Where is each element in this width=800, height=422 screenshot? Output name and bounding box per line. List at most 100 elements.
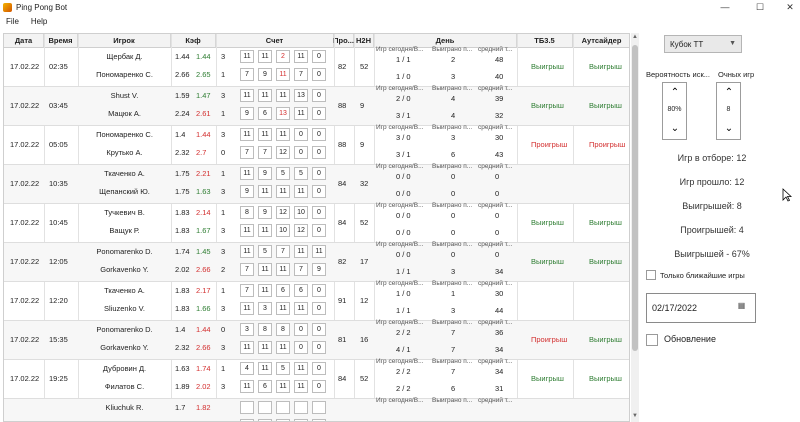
player-2-set-score: 0 xyxy=(312,341,326,354)
column-header-pro[interactable]: Про... xyxy=(333,34,354,48)
tournament-select[interactable]: Кубок ТТ ▼ xyxy=(664,35,742,53)
outsider-result: Выигрыш xyxy=(589,374,622,383)
table-row[interactable]: 17.02.22 02:35 Щербак Д. Пономаренко С. 1.44… xyxy=(4,46,629,87)
column-header-time[interactable]: Время xyxy=(44,34,78,48)
probability-spinner[interactable]: ⌃ 80% ⌄ xyxy=(662,82,687,140)
player-2-set-score: 0 xyxy=(312,107,326,120)
match-date: 17.02.22 xyxy=(10,296,40,305)
player-1-set-score: 5 xyxy=(294,167,308,180)
tb35-result: Проигрыш xyxy=(531,335,568,344)
player-1-set-score: 11 xyxy=(240,89,254,102)
player-1-set-score: 11 xyxy=(258,284,272,297)
near-games-checkbox[interactable] xyxy=(646,270,656,280)
player-1-coef-open: 1.44 xyxy=(175,52,190,61)
column-header-score[interactable]: Счет xyxy=(216,34,334,48)
player-1-sets: 1 xyxy=(221,364,226,373)
refresh-label: Обновление xyxy=(664,334,716,344)
outsider-result: Выигрыш xyxy=(589,101,622,110)
menu-file[interactable]: File xyxy=(0,17,25,26)
day-header-won: Выиграно п... xyxy=(432,397,473,404)
points-spinner[interactable]: ⌃ 8 ⌄ xyxy=(716,82,741,140)
maximize-button[interactable]: ☐ xyxy=(745,0,775,14)
match-time: 02:35 xyxy=(49,62,68,71)
scrollbar-thumb[interactable] xyxy=(632,45,638,351)
chevron-down-icon[interactable]: ⌄ xyxy=(669,124,681,134)
match-date: 17.02.22 xyxy=(10,257,40,266)
player-1-set-score xyxy=(276,401,290,414)
table-row[interactable]: 17.02.22 10:45 Тучкевич В. Ващук Р. 1.83 2.14… xyxy=(4,202,629,243)
chevron-up-icon[interactable]: ⌃ xyxy=(723,88,735,98)
player-1-name: Пономаренко С. xyxy=(96,130,153,139)
player-1-name: Shust V. xyxy=(110,91,139,100)
player-2-set-score: 11 xyxy=(276,380,290,393)
h2h-value: 9 xyxy=(360,140,365,149)
day-header-games: Игр сегодня/В... xyxy=(376,163,424,170)
day-header-won: Выиграно п... xyxy=(432,319,473,326)
column-header-outsider[interactable]: Аутсайдер xyxy=(573,34,629,48)
matches-table[interactable]: Дата Время Игрок Кэф Счет Про... Н2Н День ТБ3.5 А… xyxy=(3,33,630,422)
day-avg-p1: 0 xyxy=(495,172,500,181)
player-1-set-score: 0 xyxy=(312,206,326,219)
table-row[interactable]: 17.02.22 10:35 Ткаченко А. Щепанский Ю. 1.75… xyxy=(4,163,629,204)
player-1-set-score: 7 xyxy=(276,245,290,258)
outsider-result: Выигрыш xyxy=(589,218,622,227)
table-row[interactable]: 17.02.22 03:45 Shust V. Мацюк А. 1.59 1.47 2.2… xyxy=(4,85,629,126)
column-header-h2h[interactable]: Н2Н xyxy=(354,34,374,48)
scroll-up-icon[interactable]: ▲ xyxy=(632,34,638,40)
player-1-coef-open: 1.75 xyxy=(175,169,190,178)
player-2-sets: 3 xyxy=(221,187,226,196)
player-1-sets: 3 xyxy=(221,247,226,256)
menu-bar: File Help xyxy=(0,14,800,29)
day-header-avg: средний т... xyxy=(478,397,513,404)
menu-help[interactable]: Help xyxy=(25,17,53,26)
day-games-p1: 2 / 2 xyxy=(396,328,411,337)
chevron-up-icon[interactable]: ⌃ xyxy=(669,88,681,98)
day-games-p1: 2 / 2 xyxy=(396,367,411,376)
player-2-set-score: 6 xyxy=(258,107,272,120)
player-2-coef-open: 2.24 xyxy=(175,109,190,118)
h2h-value: 52 xyxy=(360,218,369,227)
column-header-player[interactable]: Игрок xyxy=(78,34,171,48)
player-2-sets: 3 xyxy=(221,226,226,235)
column-header-tb35[interactable]: ТБ3.5 xyxy=(517,34,573,48)
match-date: 17.02.22 xyxy=(10,101,40,110)
day-header-games: Игр сегодня/В... xyxy=(376,241,424,248)
player-1-set-score: 6 xyxy=(276,284,290,297)
table-row[interactable]: 17.02.22 12:05 Ponomarenko D. Gorkavenko Y.… xyxy=(4,241,629,282)
stat-win-percent: Выигрышей - 67% xyxy=(674,249,750,259)
table-row[interactable]: 17.02.22 19:25 Дубровин Д. Филатов С. 1.63 1.… xyxy=(4,358,629,399)
player-1-set-score: 11 xyxy=(240,128,254,141)
column-header-date[interactable]: Дата xyxy=(4,34,44,48)
day-games-p1: 1 / 1 xyxy=(396,55,411,64)
refresh-checkbox[interactable] xyxy=(646,334,658,346)
day-header-avg: средний т... xyxy=(478,163,513,170)
player-2-set-score: 0 xyxy=(312,380,326,393)
player-2-set-score: 0 xyxy=(294,341,308,354)
player-2-sets: 3 xyxy=(221,304,226,313)
day-header-won: Выиграно п... xyxy=(432,85,473,92)
chevron-down-icon[interactable]: ⌄ xyxy=(723,124,735,134)
day-won-p2: 7 xyxy=(451,345,456,354)
match-time: 12:05 xyxy=(49,257,68,266)
player-1-set-score xyxy=(240,401,254,414)
player-1-coef-open: 1.63 xyxy=(175,364,190,373)
table-scrollbar[interactable]: ▲ ▼ xyxy=(631,33,639,422)
match-time: 03:45 xyxy=(49,101,68,110)
table-row[interactable]: 17.02.22 05:05 Пономаренко С. Крутько А. 1.4… xyxy=(4,124,629,165)
close-button[interactable]: ✕ xyxy=(775,0,800,14)
calendar-icon[interactable]: ▦ xyxy=(734,301,749,316)
table-row[interactable]: 17.02.22 12:20 Ткаченко А. Sliuzenko V. 1.83… xyxy=(4,280,629,321)
day-won-p1: 1 xyxy=(451,289,456,298)
day-avg-p2: 40 xyxy=(495,72,504,81)
table-row[interactable]: Kliuchuk R. 1.7 1.82 Игр сегодня/В... Выигра… xyxy=(4,397,629,421)
scroll-down-icon[interactable]: ▼ xyxy=(632,413,638,419)
column-header-coef[interactable]: Кэф xyxy=(171,34,216,48)
day-games-p1: 1 / 0 xyxy=(396,289,411,298)
minimize-button[interactable]: — xyxy=(710,0,740,14)
day-avg-p1: 0 xyxy=(495,211,500,220)
points-value: 8 xyxy=(726,106,731,113)
day-won-p1: 2 xyxy=(451,55,456,64)
table-row[interactable]: 17.02.22 15:35 Ponomarenko D. Gorkavenko Y.… xyxy=(4,319,629,360)
tb35-result: Выигрыш xyxy=(531,101,564,110)
pro-value: 88 xyxy=(338,140,347,149)
